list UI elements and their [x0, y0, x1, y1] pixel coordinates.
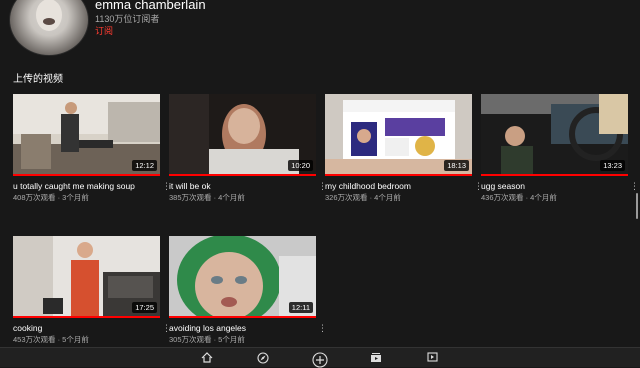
watch-progress-bar — [13, 316, 160, 318]
video-duration: 18:13 — [444, 160, 469, 171]
tab-explore[interactable] — [243, 351, 283, 367]
video-thumbnail[interactable]: 17:25 — [13, 236, 160, 318]
video-title[interactable]: avoiding los angeles — [169, 323, 246, 333]
video-meta: 436万次观看 · 4个月前 — [481, 193, 557, 202]
video-title[interactable]: cooking — [13, 323, 42, 333]
video-meta: 305万次观看 · 5个月前 — [169, 335, 245, 344]
video-duration: 17:25 — [132, 302, 157, 313]
library-icon — [427, 352, 438, 362]
video-thumbnail[interactable]: 10:20 — [169, 94, 316, 176]
video-meta: 326万次观看 · 4个月前 — [325, 193, 401, 202]
video-thumbnail[interactable]: 18:13 — [325, 94, 472, 176]
tab-create[interactable] — [300, 351, 340, 368]
channel-name: emma chamberlain — [95, 0, 206, 12]
video-meta: 385万次观看 · 4个月前 — [169, 193, 245, 202]
home-icon — [201, 352, 213, 363]
watch-progress-bar — [481, 174, 628, 176]
more-options-icon[interactable]: ⋮ — [630, 180, 639, 192]
video-duration: 13:23 — [600, 160, 625, 171]
scrollbar[interactable] — [636, 193, 638, 219]
video-duration: 12:11 — [288, 302, 313, 313]
bottom-tab-bar — [0, 347, 640, 368]
video-thumbnail[interactable]: 13:23 — [481, 94, 628, 176]
video-thumbnail[interactable]: 12:11 — [169, 236, 316, 318]
avatar-face — [36, 0, 62, 31]
subscriptions-icon — [371, 353, 381, 362]
tab-home[interactable] — [187, 351, 227, 367]
watch-progress-bar — [169, 174, 316, 176]
video-thumbnail[interactable]: 12:12 — [13, 94, 160, 176]
video-meta: 408万次观看 · 3个月前 — [13, 193, 89, 202]
video-duration: 10:20 — [288, 160, 313, 171]
video-duration: 12:12 — [132, 160, 157, 171]
more-options-icon[interactable]: ⋮ — [318, 322, 327, 334]
avatar-mouth — [43, 18, 55, 25]
video-title[interactable]: ugg season — [481, 181, 525, 191]
uploads-section-title: 上传的视频 — [13, 74, 63, 85]
watch-progress-bar — [13, 174, 160, 176]
video-title[interactable]: it will be ok — [169, 181, 211, 191]
watch-progress-bar — [325, 174, 472, 176]
tab-library[interactable] — [412, 351, 452, 367]
channel-avatar[interactable] — [9, 0, 89, 56]
watch-progress-bar — [169, 316, 316, 318]
video-title[interactable]: u totally caught me making soup — [13, 181, 135, 191]
explore-icon — [257, 352, 269, 364]
tab-subscriptions[interactable] — [356, 351, 396, 367]
subscribe-button[interactable]: 订阅 — [95, 24, 113, 37]
video-meta: 453万次观看 · 5个月前 — [13, 335, 89, 344]
video-title[interactable]: my childhood bedroom — [325, 181, 411, 191]
